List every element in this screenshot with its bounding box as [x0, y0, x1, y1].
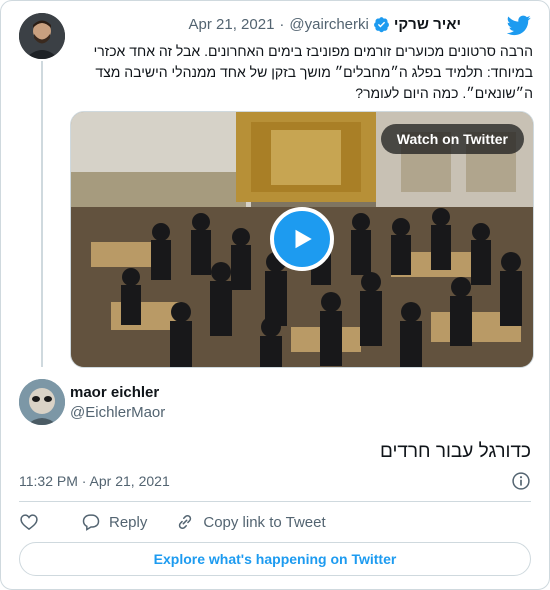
parent-author-handle[interactable]: @yaircherki [289, 16, 368, 33]
reply-label: Reply [109, 513, 148, 531]
parent-author-avatar[interactable] [19, 13, 65, 59]
copy-link-label: Copy link to Tweet [203, 513, 326, 531]
parent-tweet-text: הרבה סרטונים מכוערים זורמים מפוניבז בימי… [93, 43, 533, 101]
info-icon[interactable] [511, 471, 531, 491]
copy-link-button[interactable]: Copy link to Tweet [175, 512, 326, 532]
reply-button[interactable]: Reply [81, 512, 147, 532]
link-icon [179, 514, 192, 530]
parent-tweet-date[interactable]: Apr 21, 2021 [189, 16, 275, 33]
play-button[interactable] [270, 207, 334, 271]
tweet-actions: Reply Copy link to Tweet [19, 511, 354, 533]
like-button[interactable] [19, 512, 39, 532]
embedded-tweet-card: יאיר שרקי @yaircherki · Apr 21, 2021 הרב… [0, 0, 550, 590]
tweet-text: כדורגל עבור חרדים [379, 441, 531, 462]
heart-icon [20, 514, 38, 531]
twitter-bird-icon[interactable] [507, 13, 531, 37]
tweet-timestamp[interactable]: 11:32 PM · Apr 21, 2021 [19, 473, 170, 489]
divider [19, 501, 531, 502]
author-name[interactable]: maor eichler [70, 384, 159, 401]
play-icon [295, 229, 312, 249]
verified-badge-icon [373, 17, 389, 33]
header-separator: · [279, 16, 285, 33]
video-thumbnail[interactable]: Watch on Twitter [70, 111, 534, 368]
parent-tweet-header: יאיר שרקי @yaircherki · Apr 21, 2021 [189, 16, 461, 33]
author-avatar[interactable] [19, 379, 65, 425]
watch-on-twitter-button[interactable]: Watch on Twitter [380, 124, 524, 154]
author-handle[interactable]: @EichlerMaor [70, 404, 165, 421]
parent-author-name[interactable]: יאיר שרקי [394, 16, 461, 33]
explore-button[interactable]: Explore what's happening on Twitter [19, 542, 531, 576]
reply-bubble-icon [82, 514, 100, 531]
thread-connector-line [41, 61, 43, 367]
